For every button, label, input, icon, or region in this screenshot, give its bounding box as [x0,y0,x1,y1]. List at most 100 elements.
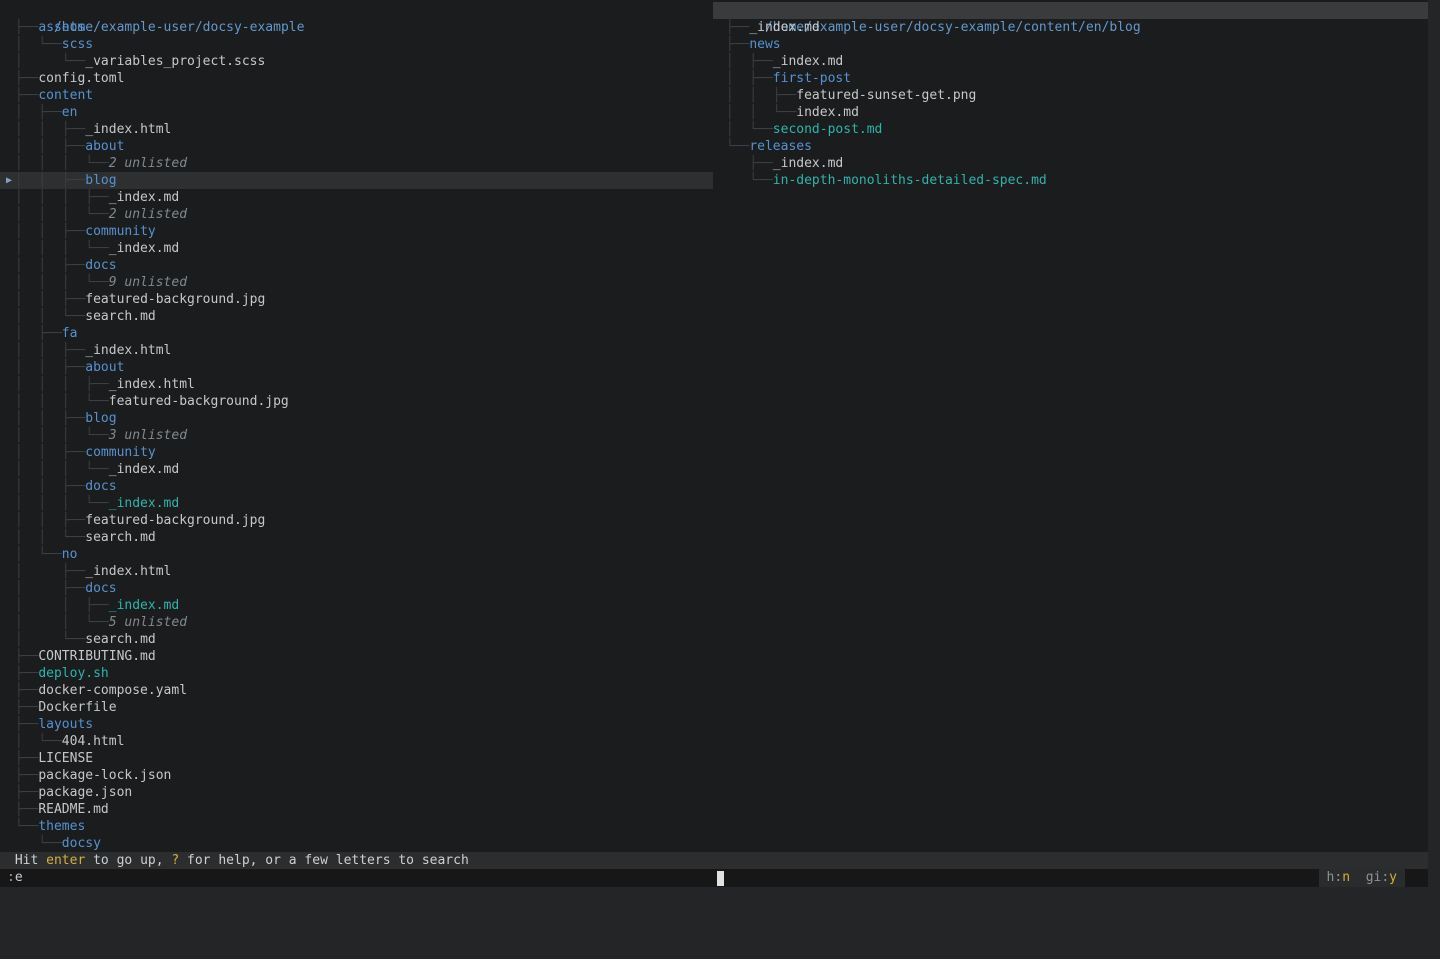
tree-file-row[interactable]: ├──README.md [0,801,713,818]
tree-dir-row[interactable]: │ │ ├──community [0,223,713,240]
entry-name[interactable]: second-post.md [773,122,883,137]
entry-name[interactable]: layouts [38,717,93,732]
entry-name[interactable]: search.md [85,309,155,324]
tree-file-row[interactable]: ├──package.json [0,784,713,801]
entry-name[interactable]: _index.html [85,343,171,358]
right-root-path-row[interactable]: /home/example-user/docsy-example/content… [713,2,1428,19]
entry-name[interactable]: featured-background.jpg [109,394,289,409]
tree-file-row[interactable]: ├──config.toml [0,70,713,87]
tree-file-row[interactable]: │ │ ├──featured-background.jpg [0,291,713,308]
tree-file-row[interactable]: │ │ │ └──_index.md [0,495,713,512]
entry-name[interactable]: package.json [38,785,132,800]
tree-dir-row[interactable]: │ │ ├──docs [0,478,713,495]
tree-dir-row[interactable]: └──docsy [0,835,713,852]
entry-name[interactable]: community [85,224,155,239]
tree-file-row[interactable]: │ └──_variables_project.scss [0,53,713,70]
entry-name[interactable]: _variables_project.scss [85,54,265,69]
tree-file-row[interactable]: ├──LICENSE [0,750,713,767]
entry-name[interactable]: docsy [62,836,101,851]
tree-file-row[interactable]: │ └──second-post.md [713,121,1428,138]
entry-name[interactable]: blog [85,411,116,426]
entry-name[interactable]: blog [85,173,116,188]
tree-file-row[interactable]: │ │ ├──_index.html [0,121,713,138]
tree-file-row[interactable]: │ │ │ ├──_index.html [0,376,713,393]
entry-name[interactable]: featured-background.jpg [85,513,265,528]
command-input[interactable]: :e [7,869,23,887]
entry-name[interactable]: index.md [796,105,859,120]
entry-name[interactable]: _index.md [109,496,179,511]
entry-name[interactable]: LICENSE [38,751,93,766]
left-root-path-row[interactable]: /home/example-user/docsy-example [0,2,713,19]
entry-name[interactable]: featured-sunset-get.png [796,88,976,103]
entry-name[interactable]: themes [38,819,85,834]
entry-name[interactable]: package-lock.json [38,768,171,783]
input-bar[interactable]: :e h:n gi:y [0,869,1428,887]
entry-name[interactable]: _index.md [749,20,819,35]
tree-file-row[interactable]: ├──Dockerfile [0,699,713,716]
entry-name[interactable]: README.md [38,802,108,817]
entry-name[interactable]: community [85,445,155,460]
entry-name[interactable]: CONTRIBUTING.md [38,649,155,664]
entry-name[interactable]: no [62,547,78,562]
tree-file-row[interactable]: │ ├──_index.html [0,563,713,580]
entry-name[interactable]: _index.md [109,598,179,613]
tree-file-row[interactable]: ├──package-lock.json [0,767,713,784]
entry-name[interactable]: about [85,139,124,154]
entry-name[interactable]: search.md [85,632,155,647]
tree-file-row[interactable]: ├──_index.md [713,155,1428,172]
tree-dir-row[interactable]: ├──news [713,36,1428,53]
tree-file-row[interactable]: │ │ │ └──featured-background.jpg [0,393,713,410]
tree-dir-row[interactable]: ├──layouts [0,716,713,733]
tree-file-row[interactable]: └──in-depth-monoliths-detailed-spec.md [713,172,1428,189]
entry-name[interactable]: _index.html [109,377,195,392]
entry-name[interactable]: _index.html [85,122,171,137]
entry-name[interactable]: _index.html [85,564,171,579]
entry-name[interactable]: _index.md [773,54,843,69]
tree-file-row[interactable]: │ └──404.html [0,733,713,750]
entry-name[interactable]: docs [85,258,116,273]
entry-name[interactable]: docker-compose.yaml [38,683,187,698]
tree-file-row[interactable]: │ │ │ └──_index.md [0,461,713,478]
entry-name[interactable]: docs [85,479,116,494]
tree-file-row[interactable]: ├──docker-compose.yaml [0,682,713,699]
tree-dir-row[interactable]: └──releases [713,138,1428,155]
entry-name[interactable]: about [85,360,124,375]
entry-name[interactable]: in-depth-monoliths-detailed-spec.md [773,173,1047,188]
tree-file-row[interactable]: │ │ │ └──_index.md [0,240,713,257]
tree-file-row[interactable]: ├──deploy.sh [0,665,713,682]
tree-dir-row[interactable]: │ │ ├──docs [0,257,713,274]
entry-name[interactable]: fa [62,326,78,341]
entry-name[interactable]: first-post [773,71,851,86]
tree-file-row[interactable]: │ │ └──search.md [0,529,713,546]
tree-file-row[interactable]: │ │ ├──_index.md [0,597,713,614]
entry-name[interactable]: featured-background.jpg [85,292,265,307]
entry-name[interactable]: deploy.sh [38,666,108,681]
entry-name[interactable]: assets [38,20,85,35]
entry-name[interactable]: _index.md [109,462,179,477]
tree-dir-row[interactable]: │ │ ├──about [0,138,713,155]
entry-name[interactable]: docs [85,581,116,596]
tree-dir-row[interactable]: └──themes [0,818,713,835]
entry-name[interactable]: _index.md [109,241,179,256]
entry-name[interactable]: content [38,88,93,103]
tree-file-row[interactable]: │ │ │ ├──_index.md [0,189,713,206]
tree-dir-row[interactable]: ▶ │ │ ├──blog [0,172,713,189]
entry-name[interactable]: scss [62,37,93,52]
entry-name[interactable]: _index.md [109,190,179,205]
entry-name[interactable]: _index.md [773,156,843,171]
entry-name[interactable]: news [749,37,780,52]
tree-file-row[interactable]: │ │ └──search.md [0,308,713,325]
entry-name[interactable]: 404.html [62,734,125,749]
tree-file-row[interactable]: │ │ ├──_index.html [0,342,713,359]
tree-dir-row[interactable]: ├──assets [0,19,713,36]
tree-file-row[interactable]: ├──_index.md [713,19,1428,36]
entry-name[interactable]: Dockerfile [38,700,116,715]
tree-dir-row[interactable]: │ │ ├──about [0,359,713,376]
tree-file-row[interactable]: │ │ ├──featured-background.jpg [0,512,713,529]
tree-dir-row[interactable]: │ │ ├──community [0,444,713,461]
tree-dir-row[interactable]: │ ├──fa [0,325,713,342]
entry-name[interactable]: config.toml [38,71,124,86]
tree-dir-row[interactable]: │ ├──en [0,104,713,121]
tree-dir-row[interactable]: │ └──scss [0,36,713,53]
entry-name[interactable]: search.md [85,530,155,545]
